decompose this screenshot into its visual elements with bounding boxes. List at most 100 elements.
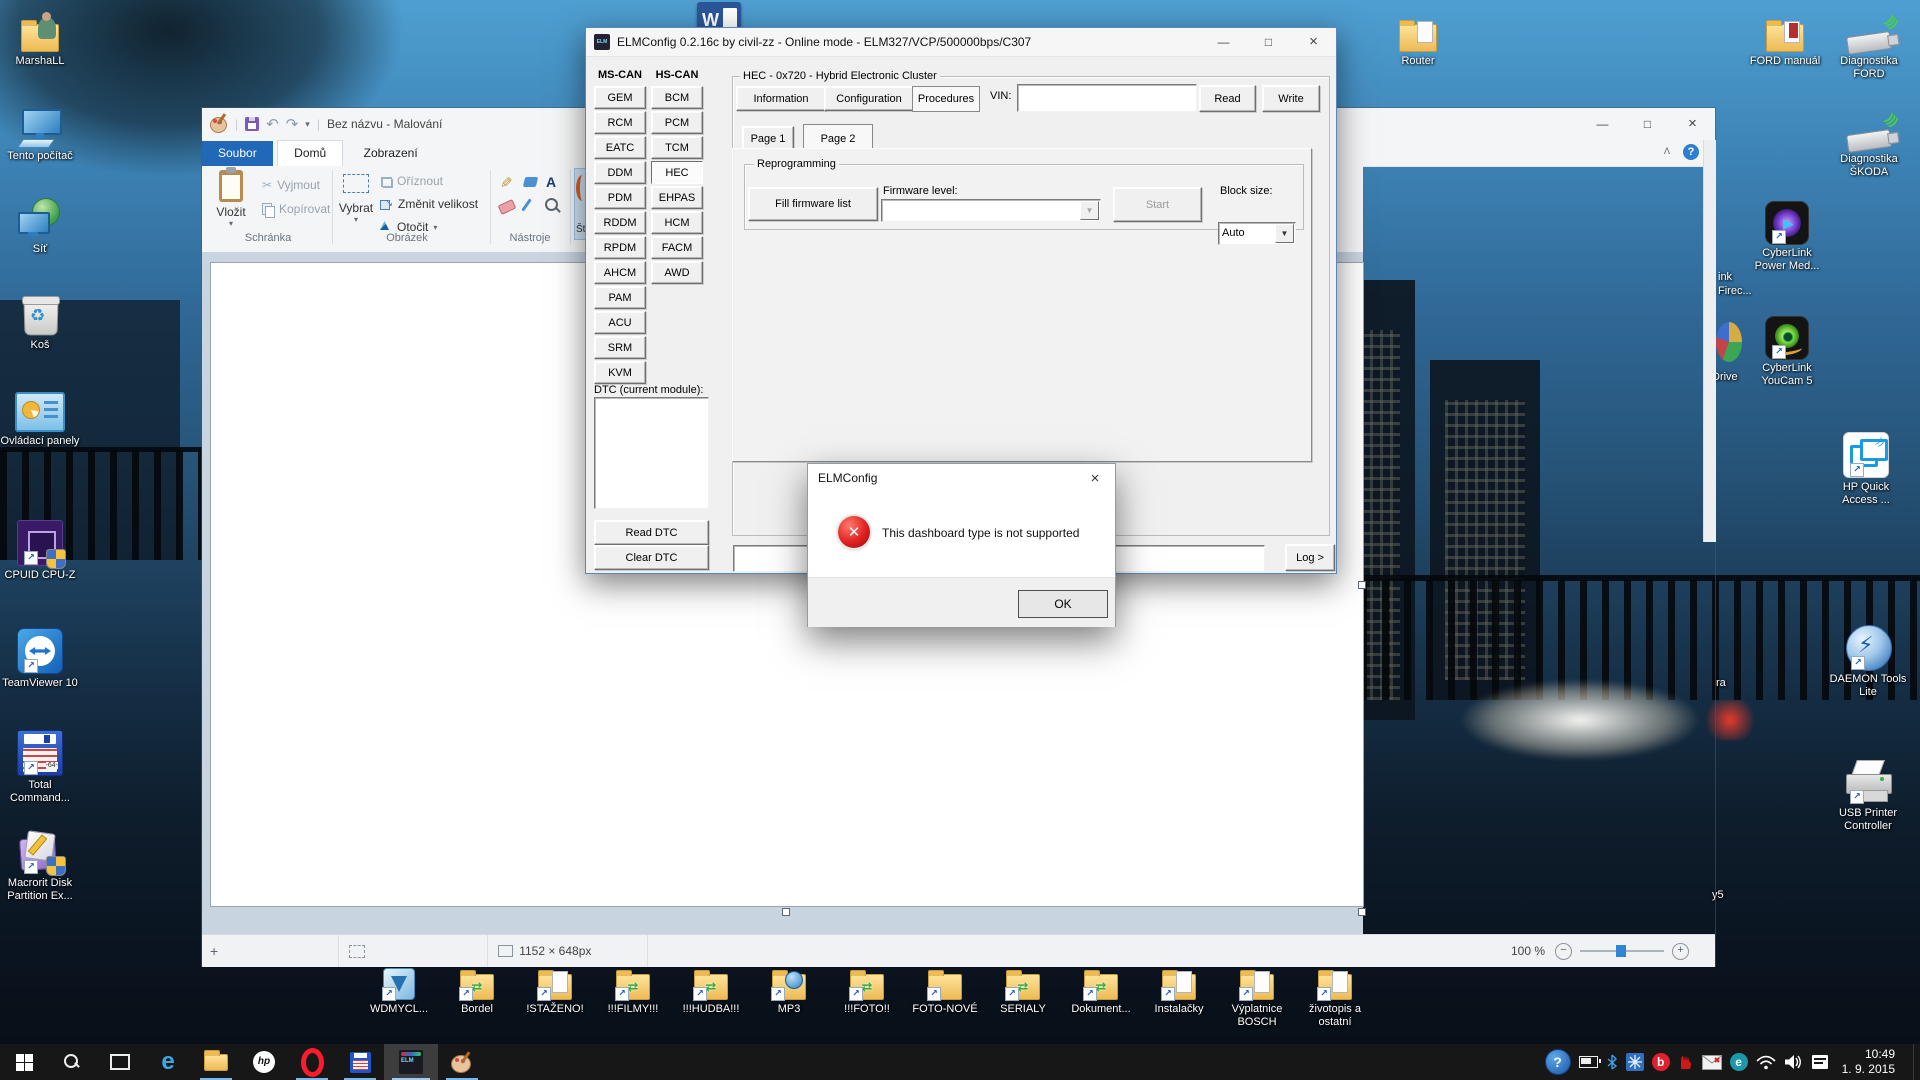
eraser-tool-icon[interactable]	[498, 199, 517, 215]
module-button-rpdm[interactable]: RPDM	[594, 236, 646, 259]
module-button-hec-active[interactable]: HEC	[651, 161, 703, 184]
module-button-ehpas[interactable]: EHPAS	[651, 186, 703, 209]
tray-notification-icon[interactable]	[1812, 1055, 1828, 1069]
tray-beats-icon[interactable]: b	[1652, 1053, 1670, 1071]
module-button-pdm[interactable]: PDM	[594, 186, 646, 209]
module-button-srm[interactable]: SRM	[594, 336, 646, 359]
module-button-hcm[interactable]: HCM	[651, 211, 703, 234]
clear-dtc-button[interactable]: Clear DTC	[594, 545, 709, 570]
paint-maximize-button[interactable]: □	[1625, 108, 1670, 139]
desktop-icon-instalacky[interactable]: ↗ Instalačky	[1139, 966, 1219, 1016]
desktop-icon-hp-quick-access[interactable]: )) ↗ HP Quick Access ...	[1826, 434, 1906, 507]
taskbar-hp-button[interactable]: hp	[240, 1044, 288, 1080]
tray-eset-icon[interactable]: e	[1730, 1053, 1748, 1071]
module-button-ddm[interactable]: DDM	[594, 161, 646, 184]
desktop-icon-bordel[interactable]: ⇄↗ Bordel	[437, 966, 517, 1016]
desktop-icon-ford-manual[interactable]: FORD manuál	[1748, 8, 1822, 68]
taskbar-search-button[interactable]	[48, 1044, 96, 1080]
module-button-gem[interactable]: GEM	[594, 86, 646, 109]
task-view-button[interactable]	[96, 1044, 144, 1080]
save-button[interactable]	[245, 117, 259, 131]
taskbar-explorer-button[interactable]	[192, 1044, 240, 1080]
tray-bluetooth-icon[interactable]	[1606, 1054, 1618, 1070]
tab-domu[interactable]: Domů	[277, 140, 343, 166]
elmconfig-minimize-button[interactable]: —	[1201, 28, 1246, 55]
module-button-awd[interactable]: AWD	[651, 261, 703, 284]
desktop-icon-teamviewer[interactable]: ↗ TeamViewer 10	[0, 630, 80, 690]
desktop-icon-diagnostika-skoda[interactable]: ))) Diagnostika ŠKODA	[1824, 106, 1914, 179]
desktop-icon-router[interactable]: Router	[1378, 8, 1458, 68]
desktop-icon-cyberlink-powermedia[interactable]: ▶ ↗ CyberLink Power Med...	[1746, 200, 1828, 273]
tray-help-icon[interactable]: ?	[1545, 1049, 1571, 1075]
tray-bloody-hand-icon[interactable]	[1678, 1054, 1694, 1070]
desktop-icon-diagnostika-ford[interactable]: ))) Diagnostika FORD	[1824, 8, 1914, 81]
error-dialog-close-button[interactable]: ×	[1075, 464, 1115, 492]
desktop-icon-foto-nove[interactable]: ↗ FOTO-NOVÉ	[905, 966, 985, 1016]
tray-snowflake-icon[interactable]	[1626, 1053, 1644, 1071]
error-dialog-titlebar[interactable]: ELMConfig ×	[808, 464, 1115, 492]
module-button-acu[interactable]: ACU	[594, 311, 646, 334]
desktop-icon-filmy[interactable]: ⇄↗ !!!FILMY!!!	[593, 966, 673, 1016]
elmconfig-close-button[interactable]: ×	[1291, 28, 1336, 55]
copy-button[interactable]: Kopírovat	[262, 202, 330, 216]
tab-information[interactable]: Information	[736, 86, 826, 111]
show-desktop-button[interactable]	[1913, 1044, 1920, 1080]
tray-volume-icon[interactable]	[1784, 1054, 1804, 1070]
desktop-icon-network[interactable]: Síť	[0, 196, 80, 256]
taskbar-paint-button[interactable]	[438, 1044, 486, 1080]
ribbon-collapse-icon[interactable]: ᐱ	[1661, 146, 1673, 158]
module-button-rcm[interactable]: RCM	[594, 111, 646, 134]
log-button[interactable]: Log >	[1285, 544, 1335, 571]
text-tool-icon[interactable]: A	[546, 174, 556, 190]
zoom-slider-handle[interactable]	[1616, 945, 1626, 957]
crop-button[interactable]: Oříznout	[380, 174, 443, 188]
magnifier-tool-icon[interactable]	[545, 198, 558, 211]
ok-button[interactable]: OK	[1018, 590, 1108, 618]
resize-button[interactable]: ↘ Změnit velikost	[380, 197, 478, 211]
module-button-ahcm[interactable]: AHCM	[594, 261, 646, 284]
tab-soubor[interactable]: Soubor	[202, 141, 273, 166]
desktop-icon-zivotopis[interactable]: ↗ životopis a ostatní	[1295, 966, 1375, 1029]
desktop-icon-serialy[interactable]: ⇄↗ SERIALY	[983, 966, 1063, 1016]
canvas-resize-handle-bottom[interactable]	[782, 908, 790, 916]
desktop-icon-recycle-bin[interactable]: ♻ Koš	[0, 292, 80, 352]
desktop-icon-stazeno[interactable]: ↗ !STAŽENO!	[515, 966, 595, 1016]
write-button[interactable]: Write	[1262, 85, 1320, 112]
cut-button[interactable]: ✂ Vyjmout	[262, 178, 320, 192]
tab-configuration[interactable]: Configuration	[824, 86, 914, 111]
desktop-icon-marshall[interactable]: MarshaLL	[0, 8, 80, 68]
help-icon[interactable]: ?	[1683, 144, 1699, 160]
module-button-pam[interactable]: PAM	[594, 286, 646, 309]
canvas-resize-handle-corner[interactable]	[1358, 908, 1366, 916]
module-button-kvm[interactable]: KVM	[594, 361, 646, 384]
desktop-icon-cpuz[interactable]: ↗ CPUID CPU-Z	[0, 522, 80, 582]
paint-close-button[interactable]: ×	[1670, 108, 1715, 139]
taskbar-elmconfig-button-active[interactable]: ELM	[384, 1044, 438, 1080]
desktop-icon-foto[interactable]: ⇄↗ !!!FOTO!!	[827, 966, 907, 1016]
desktop-icon-daemon-tools[interactable]: ⚡ ↗ DAEMON Tools Lite	[1828, 626, 1908, 699]
read-dtc-button[interactable]: Read DTC	[594, 520, 709, 545]
block-size-dropdown[interactable]: Auto ▼	[1218, 222, 1296, 245]
start-button-disabled[interactable]: Start	[1113, 187, 1202, 222]
desktop-icon-vyplatnice[interactable]: ↗ Výplatnice BOSCH	[1217, 966, 1297, 1029]
tab-zobrazeni[interactable]: Zobrazení	[348, 141, 434, 166]
module-button-rddm[interactable]: RDDM	[594, 211, 646, 234]
zoom-slider[interactable]	[1580, 950, 1664, 952]
vin-input[interactable]	[1017, 84, 1197, 112]
desktop-icon-usb-printer[interactable]: ↗ USB Printer Controller	[1828, 760, 1908, 833]
canvas-resize-handle-right[interactable]	[1358, 581, 1366, 589]
tray-battery-icon[interactable]	[1579, 1056, 1598, 1068]
zoom-out-button[interactable]: −	[1555, 943, 1572, 960]
module-button-facm[interactable]: FACM	[651, 236, 703, 259]
elmconfig-maximize-button[interactable]: □	[1246, 28, 1291, 55]
module-button-eatc[interactable]: EATC	[594, 136, 646, 159]
taskbar-opera-button[interactable]	[288, 1044, 336, 1080]
desktop-icon-hudba[interactable]: ⇄↗ !!!HUDBA!!!	[671, 966, 751, 1016]
dtc-listbox[interactable]	[594, 397, 709, 509]
taskbar-edge-button[interactable]: e	[144, 1044, 192, 1080]
firmware-level-dropdown[interactable]: ▼	[881, 199, 1101, 222]
pencil-tool-icon[interactable]: ✎	[500, 174, 513, 192]
tray-wifi-icon[interactable]	[1756, 1055, 1776, 1070]
undo-button[interactable]: ↶	[266, 115, 279, 133]
taskbar-clock[interactable]: 10:49 1. 9. 2015	[1836, 1047, 1905, 1077]
